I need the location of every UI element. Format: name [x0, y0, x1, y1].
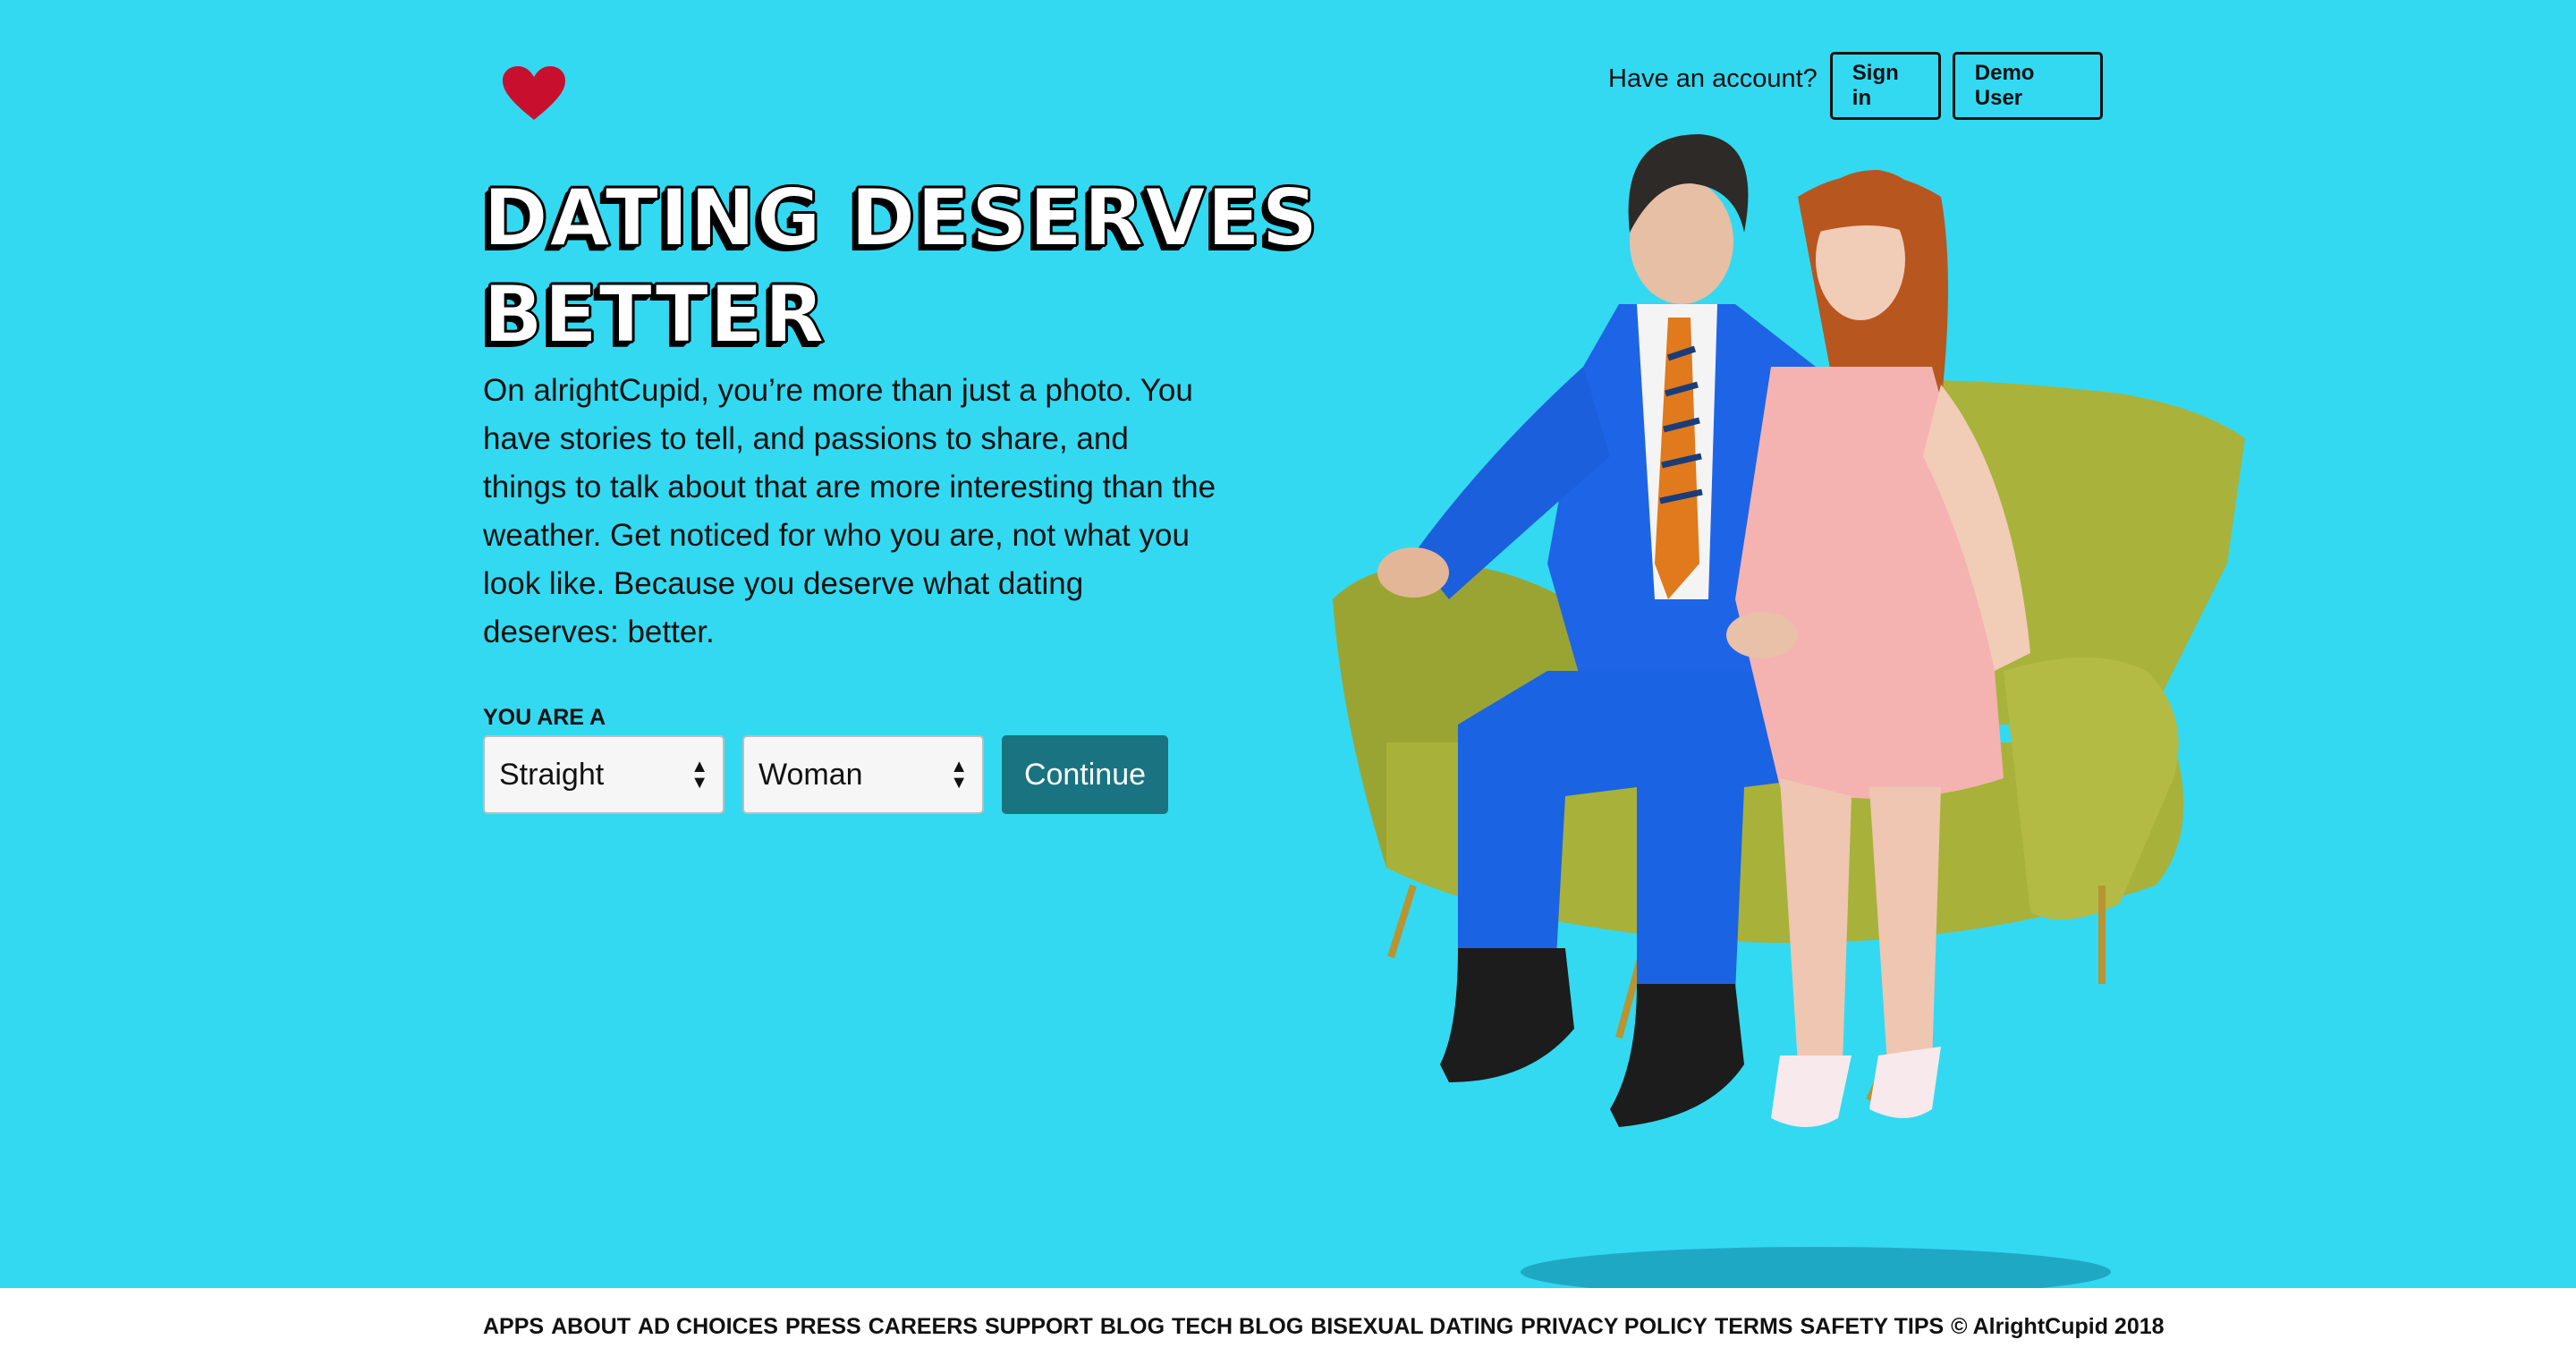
account-prompt: Have an account? [1608, 64, 1818, 93]
footer-link-privacy-policy[interactable]: PRIVACY POLICY [1521, 1314, 1707, 1340]
headline-line-2: BETTER [482, 267, 826, 361]
footer-link-about[interactable]: ABOUT [551, 1314, 631, 1340]
form-label: YOU ARE A [483, 705, 606, 730]
footer-links: APPS ABOUT AD CHOICES PRESS CAREERS SUPP… [483, 1288, 2172, 1365]
select-arrows-icon: ▲ ▼ [950, 757, 968, 793]
hero-section: Have an account? Sign in Demo User DATIN… [0, 0, 2576, 1288]
select-arrows-icon: ▲ ▼ [691, 757, 708, 793]
heart-icon[interactable] [503, 66, 565, 122]
footer-link-tech-blog[interactable]: TECH BLOG [1172, 1314, 1303, 1340]
headline-line-1: DATING DESERVES [482, 171, 1319, 265]
couple-on-sofa-image [1333, 134, 2245, 1288]
footer-link-terms[interactable]: TERMS [1715, 1314, 1793, 1340]
continue-button[interactable]: Continue [1002, 735, 1168, 814]
footer-link-bisexual-dating[interactable]: BISEXUAL DATING [1310, 1314, 1513, 1340]
footer-link-blog[interactable]: BLOG [1100, 1314, 1165, 1340]
footer-link-press[interactable]: PRESS [785, 1314, 861, 1340]
footer-link-careers[interactable]: CAREERS [869, 1314, 978, 1340]
page-title: DATING DESERVES BETTER [482, 170, 1377, 363]
footer-link-ad-choices[interactable]: AD CHOICES [638, 1314, 778, 1340]
gender-value: Woman [758, 757, 863, 792]
hero-description: On alrightCupid, you’re more than just a… [483, 373, 1216, 649]
footer-link-support[interactable]: SUPPORT [985, 1314, 1093, 1340]
footer-link-apps[interactable]: APPS [483, 1314, 544, 1340]
orientation-select[interactable]: Straight ▲ ▼ [483, 735, 724, 814]
gender-select[interactable]: Woman ▲ ▼ [742, 735, 984, 814]
orientation-value: Straight [499, 757, 605, 792]
signup-form: Straight ▲ ▼ Woman ▲ ▼ Continue [483, 735, 1168, 814]
footer-link-safety-tips[interactable]: SAFETY TIPS [1800, 1314, 1944, 1340]
copyright: © AlrightCupid 2018 [1951, 1313, 2165, 1339]
